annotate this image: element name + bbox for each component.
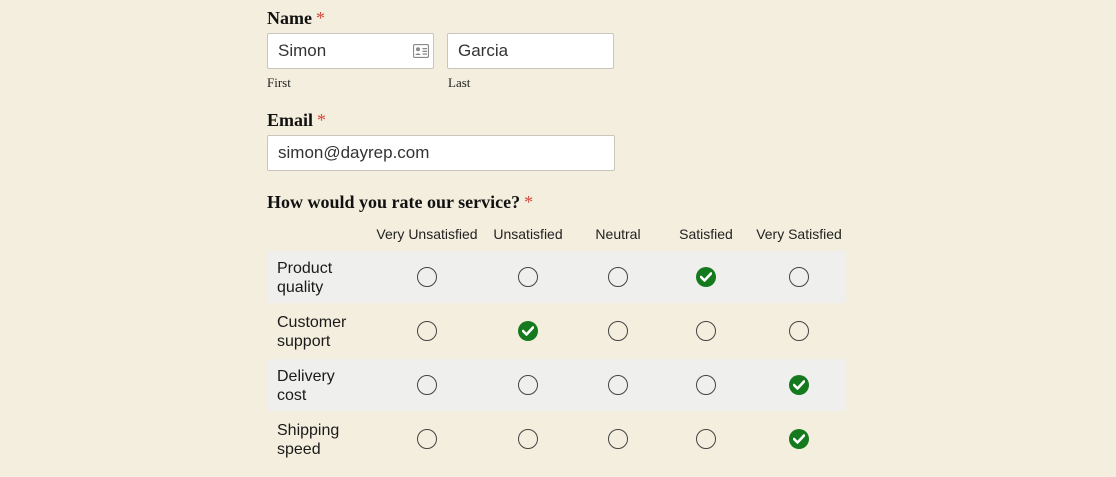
column-header-very-unsatisfied: Very Unsatisfied <box>376 226 478 242</box>
radio-delivery-cost-unsatisfied[interactable] <box>518 375 538 395</box>
radio-shipping-speed-unsatisfied[interactable] <box>518 429 538 449</box>
column-header-neutral: Neutral <box>595 226 641 242</box>
email-label: Email * <box>267 110 326 131</box>
radio-shipping-speed-satisfied[interactable] <box>696 429 716 449</box>
email-input[interactable]: simon@dayrep.com <box>267 135 615 171</box>
radio-delivery-cost-satisfied[interactable] <box>696 375 716 395</box>
radio-shipping-speed-neutral[interactable] <box>608 429 628 449</box>
required-mark: * <box>315 8 325 28</box>
rating-row-customer-support: Customer support <box>267 305 846 357</box>
radio-delivery-cost-very-unsatisfied[interactable] <box>417 375 437 395</box>
name-label: Name * <box>267 8 325 29</box>
radio-customer-support-very-satisfied[interactable] <box>789 321 809 341</box>
rating-question-text: How would you rate our service? <box>267 192 521 212</box>
rating-row-shipping-speed: Shipping speed <box>267 413 846 465</box>
radio-product-quality-unsatisfied[interactable] <box>518 267 538 287</box>
last-name-value: Garcia <box>458 41 509 60</box>
row-label: Customer support <box>277 314 347 350</box>
radio-customer-support-very-unsatisfied[interactable] <box>417 321 437 341</box>
rating-row-product-quality: Product quality <box>267 251 846 303</box>
checkmark-icon <box>793 380 805 390</box>
radio-delivery-cost-very-satisfied[interactable] <box>789 375 809 395</box>
radio-shipping-speed-very-unsatisfied[interactable] <box>417 429 437 449</box>
radio-delivery-cost-neutral[interactable] <box>608 375 628 395</box>
radio-shipping-speed-very-satisfied[interactable] <box>789 429 809 449</box>
row-label: Delivery cost <box>277 368 335 404</box>
checkmark-icon <box>700 272 712 282</box>
radio-product-quality-satisfied[interactable] <box>696 267 716 287</box>
checkmark-icon <box>793 434 805 444</box>
first-name-input[interactable]: Simon <box>267 33 434 69</box>
email-label-text: Email <box>267 110 314 130</box>
required-mark: * <box>524 192 534 212</box>
required-mark: * <box>317 110 327 130</box>
last-name-input[interactable]: Garcia <box>447 33 614 69</box>
first-name-value: Simon <box>278 41 327 60</box>
radio-customer-support-neutral[interactable] <box>608 321 628 341</box>
first-sublabel: First <box>267 75 291 90</box>
column-header-unsatisfied: Unsatisfied <box>493 226 563 242</box>
column-header-satisfied: Satisfied <box>679 226 733 242</box>
name-label-text: Name <box>267 8 312 28</box>
radio-product-quality-very-satisfied[interactable] <box>789 267 809 287</box>
rating-question: How would you rate our service? * <box>267 192 533 213</box>
column-header-very-satisfied: Very Satisfied <box>756 226 842 242</box>
email-value: simon@dayrep.com <box>278 143 430 162</box>
radio-customer-support-unsatisfied[interactable] <box>518 321 538 341</box>
row-label: Product quality <box>277 260 333 296</box>
radio-product-quality-neutral[interactable] <box>608 267 628 287</box>
rating-row-delivery-cost: Delivery cost <box>267 359 846 411</box>
last-sublabel: Last <box>448 75 471 90</box>
contact-card-icon <box>413 44 429 58</box>
radio-customer-support-satisfied[interactable] <box>696 321 716 341</box>
radio-product-quality-very-unsatisfied[interactable] <box>417 267 437 287</box>
checkmark-icon <box>522 326 534 336</box>
row-label: Shipping speed <box>277 422 340 458</box>
